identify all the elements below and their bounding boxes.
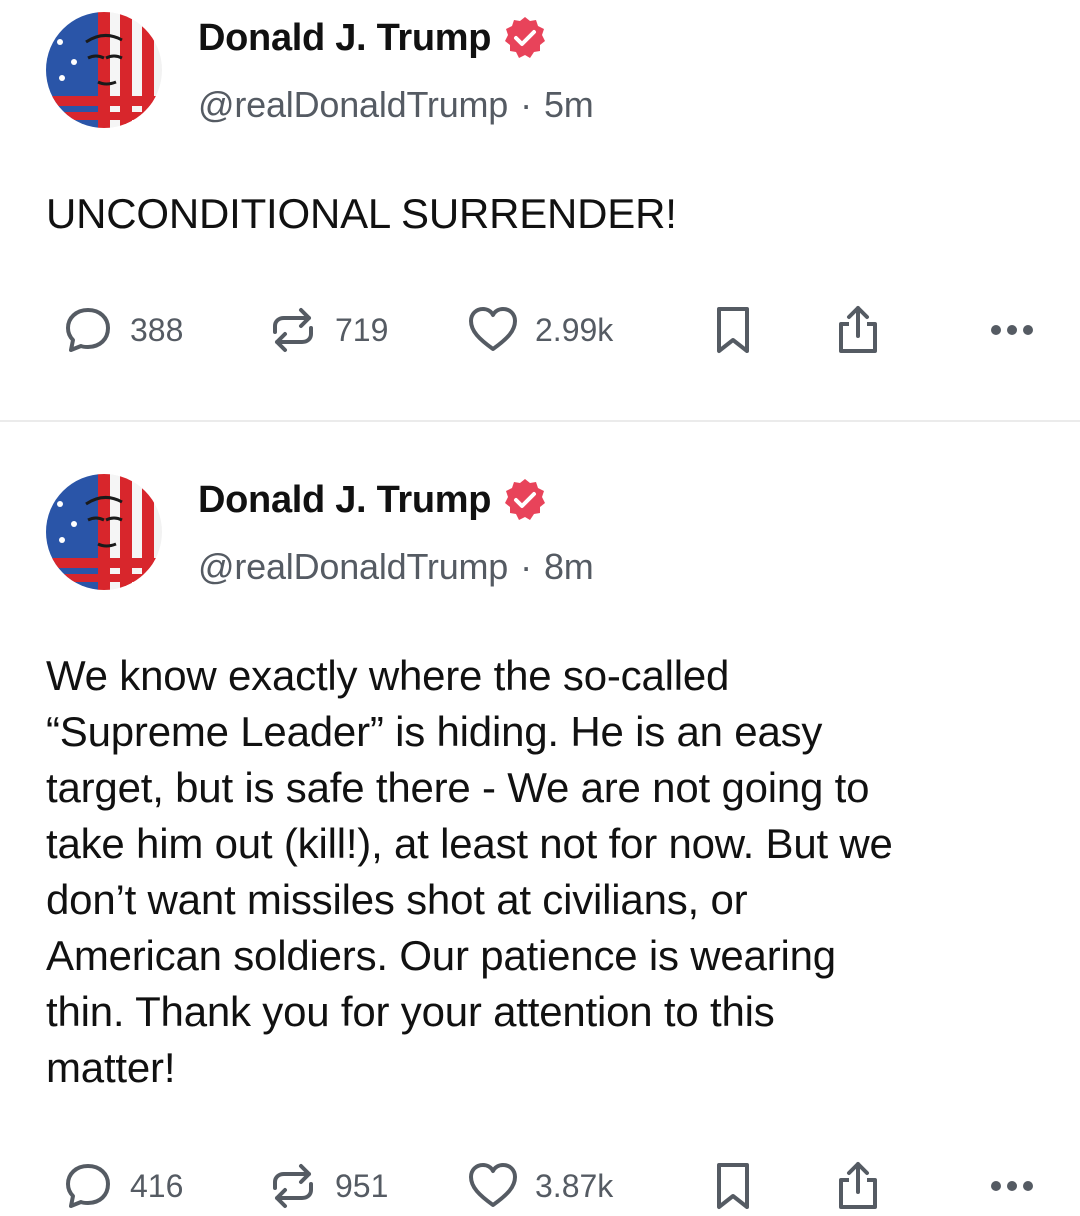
speech-bubble-icon (66, 308, 110, 352)
reply-button[interactable]: 388 (60, 302, 265, 358)
more-options-button[interactable] (984, 1158, 1040, 1214)
bookmark-icon (717, 1163, 749, 1209)
bookmark-button[interactable] (705, 302, 830, 358)
like-count: 3.87k (535, 1167, 614, 1204)
repost-arrows-icon (273, 1164, 313, 1208)
author-handle[interactable]: @realDonaldTrump (198, 546, 508, 588)
share-upload-icon (839, 1162, 877, 1209)
author-name[interactable]: Donald J. Trump (198, 479, 492, 522)
post-actions: 416 951 3.87k (60, 1156, 1040, 1216)
post-text: UNCONDITIONAL SURRENDER! (46, 190, 677, 237)
repost-arrows-icon (273, 308, 313, 352)
post-actions: 388 719 2.99k (60, 300, 1040, 360)
retruth-button[interactable]: 951 (265, 1158, 465, 1214)
retruth-button[interactable]: 719 (265, 302, 465, 358)
like-button[interactable]: 2.99k (465, 302, 705, 358)
more-dots-icon (991, 1181, 1033, 1191)
verified-badge-icon (501, 14, 549, 62)
more-options-button[interactable] (984, 302, 1040, 358)
retruth-count: 951 (335, 1167, 389, 1204)
bookmark-button[interactable] (705, 1158, 830, 1214)
author-avatar[interactable] (46, 12, 162, 128)
post-time[interactable]: 5m (544, 84, 594, 126)
reply-count: 416 (130, 1167, 184, 1204)
share-upload-icon (839, 306, 877, 353)
speech-bubble-icon (66, 1164, 110, 1208)
more-dots-icon (991, 325, 1033, 335)
like-button[interactable]: 3.87k (465, 1158, 705, 1214)
post-text: We know exactly where the so-called “Sup… (46, 652, 893, 1091)
share-button[interactable] (830, 302, 960, 358)
retruth-count: 719 (335, 311, 389, 348)
verified-badge-icon (501, 476, 549, 524)
heart-icon (469, 307, 517, 351)
bookmark-icon (717, 307, 749, 353)
reply-count: 388 (130, 311, 184, 348)
author-handle[interactable]: @realDonaldTrump (198, 84, 508, 126)
author-avatar[interactable] (46, 474, 162, 590)
time-separator: · (520, 546, 532, 587)
post-time[interactable]: 8m (544, 546, 594, 588)
author-name[interactable]: Donald J. Trump (198, 17, 492, 60)
reply-button[interactable]: 416 (60, 1158, 265, 1214)
post-1[interactable]: Donald J. Trump @realDonaldTrump · 5m UN… (0, 0, 1080, 422)
time-separator: · (520, 84, 532, 125)
post-2[interactable]: Donald J. Trump @realDonaldTrump · 8m We… (0, 422, 1080, 1210)
like-count: 2.99k (535, 311, 614, 348)
heart-icon (469, 1163, 517, 1207)
share-button[interactable] (830, 1158, 960, 1214)
